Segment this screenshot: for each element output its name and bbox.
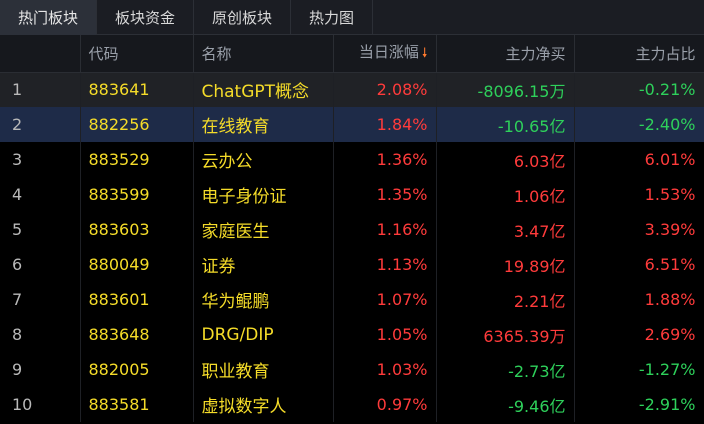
sector-code: 882005 bbox=[80, 352, 194, 387]
main-ratio: 1.53% bbox=[574, 177, 704, 212]
sector-code: 883601 bbox=[80, 282, 194, 317]
tab-original-sectors[interactable]: 原创板块 bbox=[194, 0, 292, 35]
table-row[interactable]: 10 883581 虚拟数字人 0.97% -9.46亿 -2.91% bbox=[0, 387, 704, 422]
sector-code: 883529 bbox=[80, 142, 194, 177]
row-index: 3 bbox=[0, 142, 81, 177]
header-main-ratio-label: 主力占比 bbox=[635, 44, 696, 63]
main-ratio: -1.27% bbox=[574, 352, 704, 387]
header-main-net-buy-label: 主力净买 bbox=[505, 44, 566, 63]
tab-sector-funds[interactable]: 板块资金 bbox=[97, 0, 195, 35]
sector-code: 882256 bbox=[80, 107, 194, 142]
table-header: 代码 名称 当日涨幅 🠗 主力净买 主力占比 bbox=[0, 35, 704, 73]
tab-hot-sectors[interactable]: 热门板块 bbox=[0, 0, 98, 35]
sector-name: 虚拟数字人 bbox=[193, 387, 334, 422]
main-ratio: 6.51% bbox=[574, 247, 704, 282]
main-ratio: -2.40% bbox=[574, 107, 704, 142]
row-index: 2 bbox=[0, 107, 81, 142]
daily-change: 1.03% bbox=[333, 352, 437, 387]
arrow-down-icon: 🠗 bbox=[421, 45, 428, 61]
main-net-buy: -2.73亿 bbox=[436, 352, 575, 387]
main-net-buy: 3.47亿 bbox=[436, 212, 575, 247]
main-ratio: -2.91% bbox=[574, 387, 704, 422]
sector-name: 家庭医生 bbox=[193, 212, 334, 247]
row-index: 7 bbox=[0, 282, 81, 317]
header-name-label: 名称 bbox=[201, 44, 232, 63]
table-row[interactable]: 8 883648 DRG/DIP 1.05% 6365.39万 2.69% bbox=[0, 317, 704, 352]
main-net-buy: 19.89亿 bbox=[436, 247, 575, 282]
sector-code: 883641 bbox=[80, 72, 194, 107]
table-row[interactable]: 9 882005 职业教育 1.03% -2.73亿 -1.27% bbox=[0, 352, 704, 387]
sector-code: 883599 bbox=[80, 177, 194, 212]
main-net-buy: 1.06亿 bbox=[436, 177, 575, 212]
main-net-buy: -10.65亿 bbox=[436, 107, 575, 142]
daily-change: 1.35% bbox=[333, 177, 437, 212]
sector-code: 880049 bbox=[80, 247, 194, 282]
header-index bbox=[0, 35, 81, 73]
table-row[interactable]: 5 883603 家庭医生 1.16% 3.47亿 3.39% bbox=[0, 212, 704, 247]
daily-change: 1.13% bbox=[333, 247, 437, 282]
sector-name: 电子身份证 bbox=[193, 177, 334, 212]
row-index: 4 bbox=[0, 177, 81, 212]
header-main-net-buy[interactable]: 主力净买 bbox=[436, 35, 575, 73]
daily-change: 1.16% bbox=[333, 212, 437, 247]
daily-change: 1.36% bbox=[333, 142, 437, 177]
sector-code: 883581 bbox=[80, 387, 194, 422]
header-code-label: 代码 bbox=[88, 44, 119, 63]
sector-name: 职业教育 bbox=[193, 352, 334, 387]
daily-change: 0.97% bbox=[333, 387, 437, 422]
tab-bar-spacer bbox=[373, 0, 704, 34]
row-index: 6 bbox=[0, 247, 81, 282]
row-index: 9 bbox=[0, 352, 81, 387]
main-ratio: -0.21% bbox=[574, 72, 704, 107]
row-index: 5 bbox=[0, 212, 81, 247]
row-index: 1 bbox=[0, 72, 81, 107]
main-ratio: 3.39% bbox=[574, 212, 704, 247]
main-net-buy: -8096.15万 bbox=[436, 72, 575, 107]
table-row[interactable]: 4 883599 电子身份证 1.35% 1.06亿 1.53% bbox=[0, 177, 704, 212]
main-net-buy: 2.21亿 bbox=[436, 282, 575, 317]
sector-code: 883603 bbox=[80, 212, 194, 247]
table-row[interactable]: 7 883601 华为鲲鹏 1.07% 2.21亿 1.88% bbox=[0, 282, 704, 317]
sector-table: 代码 名称 当日涨幅 🠗 主力净买 主力占比 1 883641 ChatGPT概念 2.… bbox=[0, 35, 704, 422]
header-main-ratio[interactable]: 主力占比 bbox=[574, 35, 704, 73]
sector-name: 在线教育 bbox=[193, 107, 334, 142]
sector-name: DRG/DIP bbox=[193, 317, 334, 352]
header-change[interactable]: 当日涨幅 🠗 bbox=[333, 35, 437, 73]
main-ratio: 2.69% bbox=[574, 317, 704, 352]
main-net-buy: 6.03亿 bbox=[436, 142, 575, 177]
sector-name: ChatGPT概念 bbox=[193, 72, 334, 107]
header-code[interactable]: 代码 bbox=[80, 35, 194, 73]
daily-change: 1.05% bbox=[333, 317, 437, 352]
table-row[interactable]: 3 883529 云办公 1.36% 6.03亿 6.01% bbox=[0, 142, 704, 177]
table-row[interactable]: 1 883641 ChatGPT概念 2.08% -8096.15万 -0.21% bbox=[0, 72, 704, 107]
daily-change: 1.07% bbox=[333, 282, 437, 317]
main-ratio: 1.88% bbox=[574, 282, 704, 317]
sector-ranking-panel: 热门板块 板块资金 原创板块 热力图 代码 名称 当日涨幅 🠗 主力净买 主力占比… bbox=[0, 0, 704, 424]
daily-change: 2.08% bbox=[333, 72, 437, 107]
sector-code: 883648 bbox=[80, 317, 194, 352]
row-index: 8 bbox=[0, 317, 81, 352]
row-index: 10 bbox=[0, 387, 81, 422]
header-name[interactable]: 名称 bbox=[193, 35, 334, 73]
main-net-buy: -9.46亿 bbox=[436, 387, 575, 422]
sector-name: 云办公 bbox=[193, 142, 334, 177]
main-ratio: 6.01% bbox=[574, 142, 704, 177]
tab-bar: 热门板块 板块资金 原创板块 热力图 bbox=[0, 0, 704, 35]
main-net-buy: 6365.39万 bbox=[436, 317, 575, 352]
table-row[interactable]: 2 882256 在线教育 1.84% -10.65亿 -2.40% bbox=[0, 107, 704, 142]
header-change-label: 当日涨幅 bbox=[358, 42, 419, 61]
table-body: 1 883641 ChatGPT概念 2.08% -8096.15万 -0.21% 2 882… bbox=[0, 72, 704, 422]
sector-name: 证券 bbox=[193, 247, 334, 282]
daily-change: 1.84% bbox=[333, 107, 437, 142]
sector-name: 华为鲲鹏 bbox=[193, 282, 334, 317]
table-row[interactable]: 6 880049 证券 1.13% 19.89亿 6.51% bbox=[0, 247, 704, 282]
tab-heatmap[interactable]: 热力图 bbox=[291, 0, 374, 35]
